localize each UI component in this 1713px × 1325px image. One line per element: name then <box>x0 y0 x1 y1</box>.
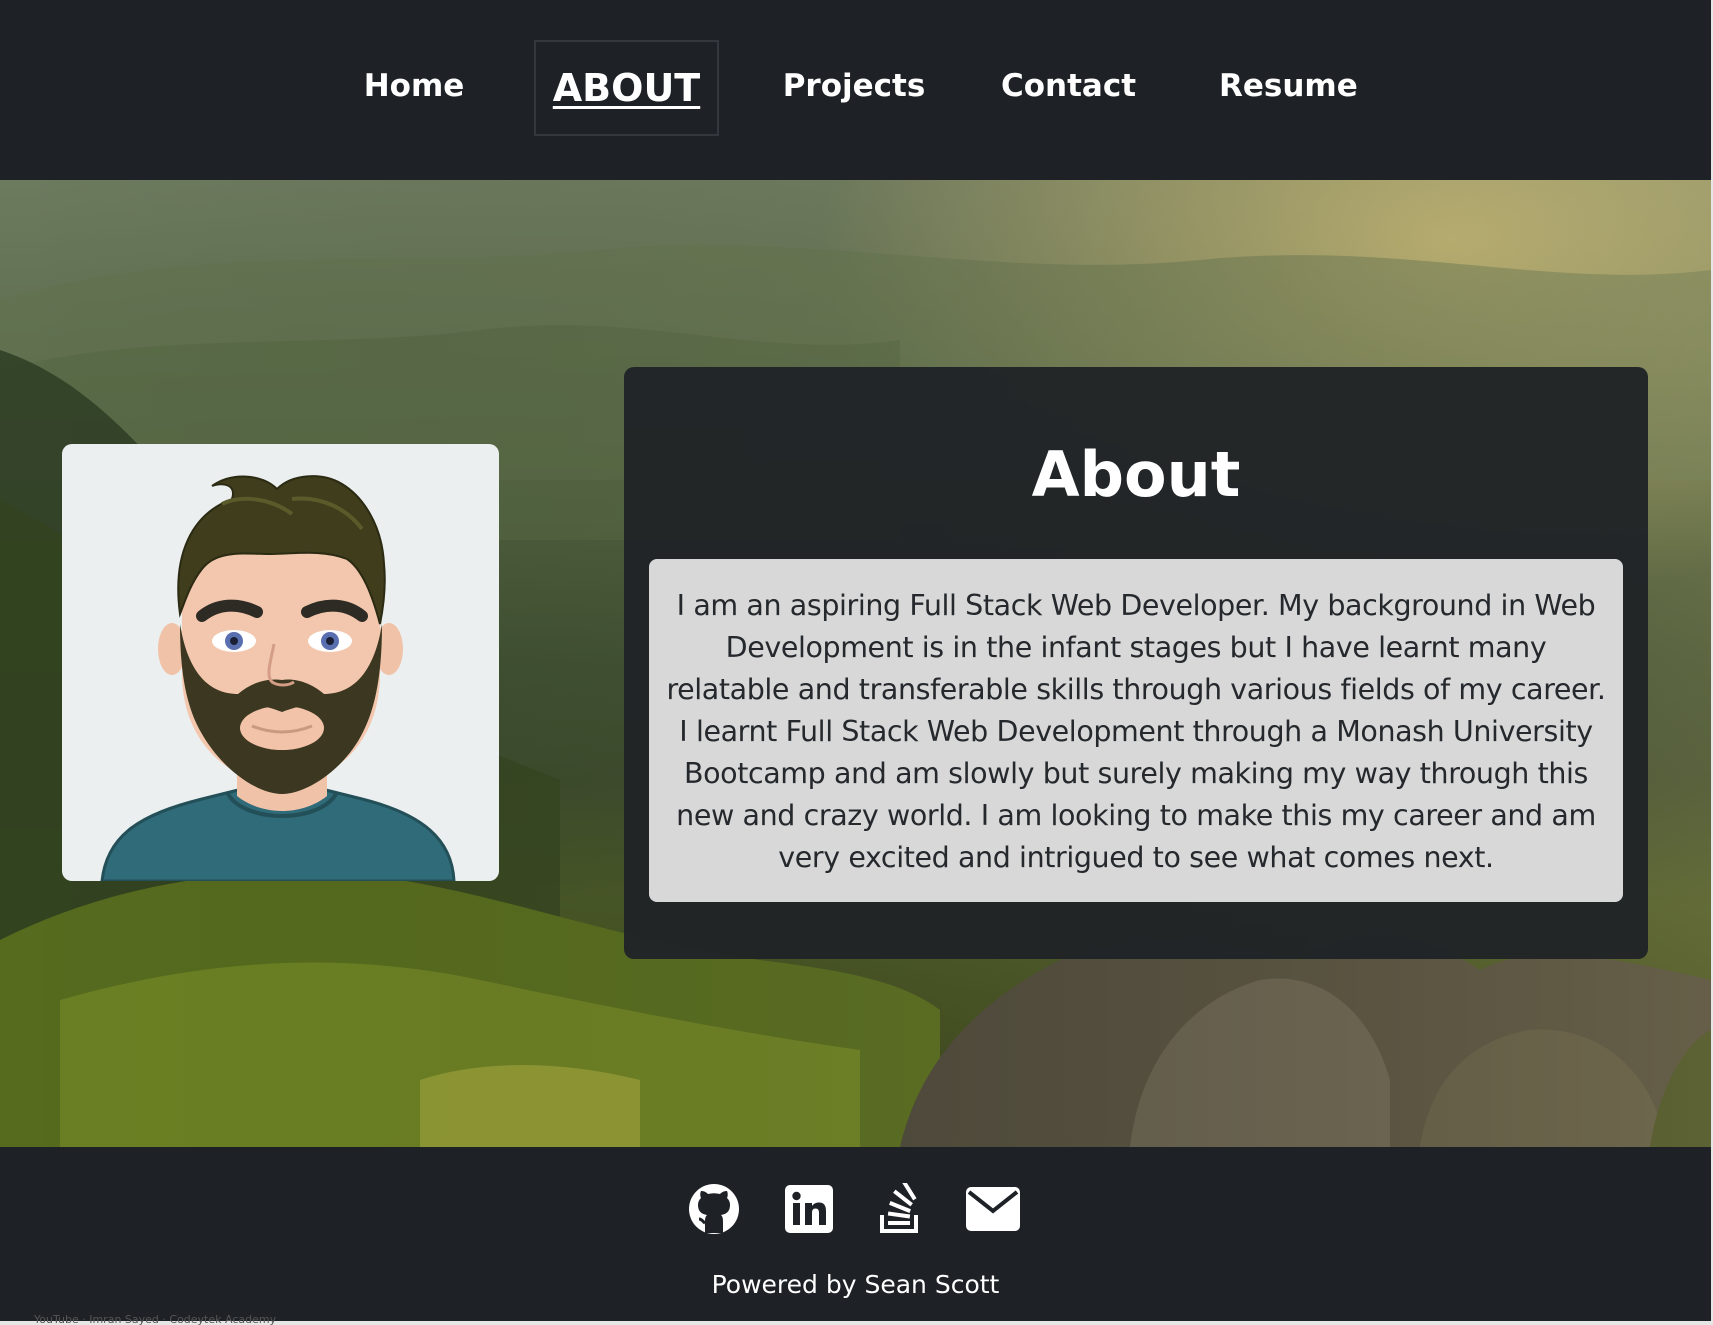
browser-viewport: Home ABOUT Projects Contact Resume About… <box>0 0 1711 1321</box>
about-text-box: I am an aspiring Full Stack Web Develope… <box>649 559 1623 902</box>
nav-resume-link[interactable]: Resume <box>1219 40 1358 136</box>
about-panel: About I am an aspiring Full Stack Web De… <box>624 367 1648 959</box>
about-section: About I am an aspiring Full Stack Web De… <box>0 180 1711 1147</box>
powered-by-text: Powered by Sean Scott <box>711 1270 1000 1299</box>
avatar <box>62 444 499 881</box>
stackoverflow-icon[interactable] <box>874 1179 926 1235</box>
site-footer: Powered by Sean Scott <box>0 1147 1711 1321</box>
about-title: About <box>1031 438 1241 511</box>
about-description: I am an aspiring Full Stack Web Develope… <box>666 589 1606 874</box>
nav-projects-link[interactable]: Projects <box>782 40 926 136</box>
nav-home-link[interactable]: Home <box>358 40 470 136</box>
browser-status-text: YouTube · Imran Sayed · Codeytek Academy <box>34 1313 277 1325</box>
linkedin-icon[interactable] <box>785 1185 833 1233</box>
nav-contact-link[interactable]: Contact <box>1001 40 1136 136</box>
github-icon[interactable] <box>688 1183 740 1235</box>
site-header: Home ABOUT Projects Contact Resume <box>0 0 1711 180</box>
email-icon[interactable] <box>966 1187 1020 1231</box>
cartoon-avatar-icon <box>100 475 456 881</box>
nav-about-link[interactable]: ABOUT <box>534 40 719 136</box>
page: Home ABOUT Projects Contact Resume About… <box>0 0 1713 1325</box>
